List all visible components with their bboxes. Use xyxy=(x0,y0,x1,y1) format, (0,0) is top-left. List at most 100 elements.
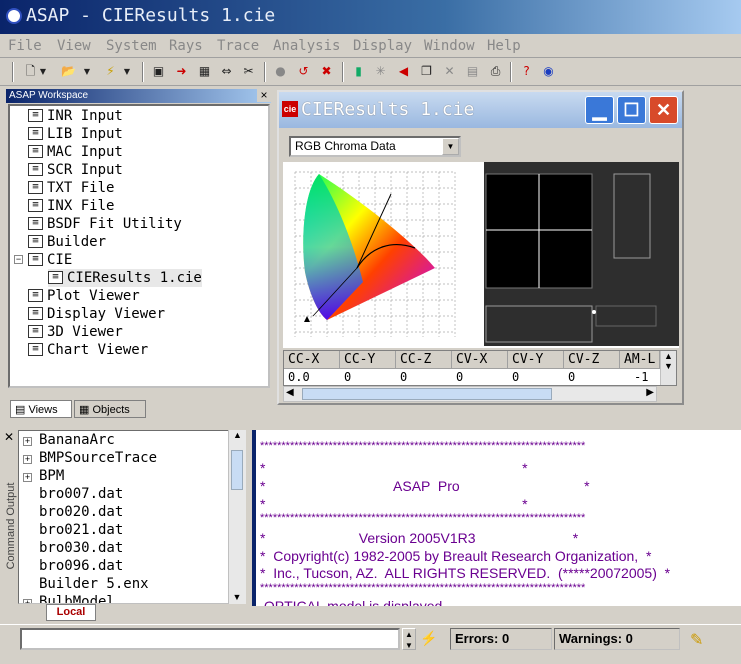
clear-icon[interactable]: ✖ xyxy=(318,63,335,80)
expand-icon[interactable]: + xyxy=(23,455,32,464)
workspace-header: ASAP Workspace xyxy=(6,89,271,103)
menu-system[interactable]: System xyxy=(106,38,157,54)
column-header[interactable]: CC-Z xyxy=(396,351,452,369)
menu-window[interactable]: Window xyxy=(424,38,475,54)
tree-item[interactable]: ≡ MAC Input xyxy=(28,143,123,161)
pencil-icon[interactable]: ✎ xyxy=(690,630,703,650)
chevron-down-icon[interactable]: ▼ xyxy=(82,63,92,80)
list-item[interactable]: BMPSourceTrace xyxy=(39,449,157,467)
tab-local[interactable]: Local xyxy=(46,604,96,621)
list-item[interactable]: BPM xyxy=(39,467,64,485)
command-input[interactable] xyxy=(20,628,400,650)
data-type-select[interactable]: RGB Chroma Data ▼ xyxy=(289,136,461,157)
stop-icon[interactable]: ● xyxy=(272,63,289,80)
tree-item[interactable]: ≡ TXT File xyxy=(28,179,114,197)
cie-window-titlebar[interactable]: cie CIEResults 1.cie ▁ ☐ ✕ xyxy=(279,92,682,128)
trace-icon[interactable]: ✂ xyxy=(240,63,257,80)
table-vertical-scrollbar[interactable]: ▲ ▼ xyxy=(660,351,676,385)
column-header[interactable]: CV-Y xyxy=(508,351,564,369)
minimize-button[interactable]: ▁ xyxy=(585,96,614,124)
import-icon[interactable]: ➜ xyxy=(173,63,190,80)
help-icon[interactable]: ? xyxy=(518,63,535,80)
column-header[interactable]: AM-L xyxy=(620,351,660,369)
chevron-down-icon[interactable]: ▼ xyxy=(442,138,459,155)
back-icon[interactable]: ◀ xyxy=(395,63,412,80)
column-header[interactable]: CV-Z xyxy=(564,351,620,369)
about-icon[interactable]: ◉ xyxy=(540,63,557,80)
menu-help[interactable]: Help xyxy=(487,38,521,54)
command-spinner[interactable]: ▲ ▼ xyxy=(402,628,416,650)
arrow-up-icon[interactable]: ▲ xyxy=(229,430,246,440)
arrow-down-icon[interactable]: ▼ xyxy=(229,592,245,602)
lightning-icon[interactable]: ⚡ xyxy=(102,63,119,80)
toolbar: 🗋 ▼ 📂 ▼ ⚡ ▼ ▣ ➜ ▦ ⇔ ✂ ● ↺ ✖ ▮ ✳ ◀ ❐ ✕ ▤ … xyxy=(0,58,741,86)
app-icon[interactable] xyxy=(6,8,22,24)
expand-icon[interactable]: + xyxy=(23,473,32,482)
print-icon[interactable]: ⎙ xyxy=(487,63,504,80)
tree-item[interactable]: ≡ INR Input xyxy=(28,107,123,125)
cie-window-title: CIEResults 1.cie xyxy=(301,99,475,120)
column-header[interactable]: CC-Y xyxy=(340,351,396,369)
file-list-scrollbar[interactable]: ▲ ▼ xyxy=(228,430,246,604)
scrollbar-thumb[interactable] xyxy=(302,388,552,400)
close-button[interactable]: ✕ xyxy=(649,96,678,124)
column-header[interactable]: CC-X xyxy=(284,351,340,369)
move-icon[interactable]: ⇔ xyxy=(218,63,235,80)
ray-icon[interactable]: ✳ xyxy=(372,63,389,80)
scrollbar-thumb[interactable] xyxy=(231,450,243,490)
tab-objects[interactable]: ▦ Objects xyxy=(74,400,146,418)
tab-views[interactable]: ▤ Views xyxy=(10,400,72,418)
tree-item-selected[interactable]: ≡ CIEResults 1.cie xyxy=(48,269,202,287)
arrow-left-icon[interactable]: ◀ xyxy=(286,387,294,398)
cut-icon[interactable]: ✕ xyxy=(441,63,458,80)
list-item[interactable]: bro030.dat xyxy=(39,539,123,557)
document-icon: ≡ xyxy=(28,306,43,320)
tree-item[interactable]: ≡ CIE xyxy=(28,251,72,269)
file-list: + BananaArc + BMPSourceTrace + BPM bro00… xyxy=(18,430,246,604)
tree-item[interactable]: ≡ Display Viewer xyxy=(28,305,165,323)
layout-icon[interactable]: ▤ xyxy=(464,63,481,80)
list-item[interactable]: BananaArc xyxy=(39,431,115,449)
list-item[interactable]: bro007.dat xyxy=(39,485,123,503)
menu-file[interactable]: File xyxy=(8,38,42,54)
chevron-down-icon[interactable]: ▼ xyxy=(122,63,132,80)
toolbar-separator xyxy=(264,62,266,82)
tree-item[interactable]: ≡ 3D Viewer xyxy=(28,323,123,341)
list-item[interactable]: Builder 5.enx xyxy=(39,575,149,593)
arrow-right-icon[interactable]: ▶ xyxy=(646,387,654,398)
menu-view[interactable]: View xyxy=(57,38,91,54)
open-folder-icon[interactable]: 📂 xyxy=(60,63,77,80)
menu-bar: File View System Rays Trace Analysis Dis… xyxy=(0,34,741,58)
table-horizontal-scrollbar[interactable]: ◀ ▶ xyxy=(283,386,657,402)
tree-item[interactable]: ≡ INX File xyxy=(28,197,114,215)
list-item[interactable]: BulbModel xyxy=(39,593,115,603)
tree-item[interactable]: ≡ BSDF Fit Utility xyxy=(28,215,182,233)
list-item[interactable]: bro021.dat xyxy=(39,521,123,539)
expand-icon[interactable]: + xyxy=(23,437,32,446)
chart-icon[interactable]: ▮ xyxy=(350,63,367,80)
column-header[interactable]: CV-X xyxy=(452,351,508,369)
tree-item[interactable]: ≡ Builder xyxy=(28,233,106,251)
close-icon[interactable]: × xyxy=(257,88,271,102)
tree-item[interactable]: ≡ Plot Viewer xyxy=(28,287,140,305)
output-line: ****************************************… xyxy=(260,440,586,452)
expand-icon[interactable]: + xyxy=(23,599,32,603)
menu-display[interactable]: Display xyxy=(353,38,412,54)
undo-icon[interactable]: ↺ xyxy=(295,63,312,80)
grid-icon[interactable]: ▦ xyxy=(196,63,213,80)
menu-analysis[interactable]: Analysis xyxy=(273,38,340,54)
execute-icon[interactable]: ⚡ xyxy=(420,630,437,647)
window-icon[interactable]: ▣ xyxy=(150,63,167,80)
list-item[interactable]: bro096.dat xyxy=(39,557,123,575)
copy-icon[interactable]: ❐ xyxy=(418,63,435,80)
tree-item[interactable]: ≡ SCR Input xyxy=(28,161,123,179)
collapse-icon[interactable]: − xyxy=(14,255,23,264)
chevron-down-icon[interactable]: ▼ xyxy=(38,63,48,80)
new-file-icon[interactable]: 🗋 xyxy=(22,63,39,80)
tree-item[interactable]: ≡ Chart Viewer xyxy=(28,341,148,359)
menu-rays[interactable]: Rays xyxy=(169,38,203,54)
list-item[interactable]: bro020.dat xyxy=(39,503,123,521)
maximize-button[interactable]: ☐ xyxy=(617,96,646,124)
tree-item[interactable]: ≡ LIB Input xyxy=(28,125,123,143)
menu-trace[interactable]: Trace xyxy=(217,38,259,54)
